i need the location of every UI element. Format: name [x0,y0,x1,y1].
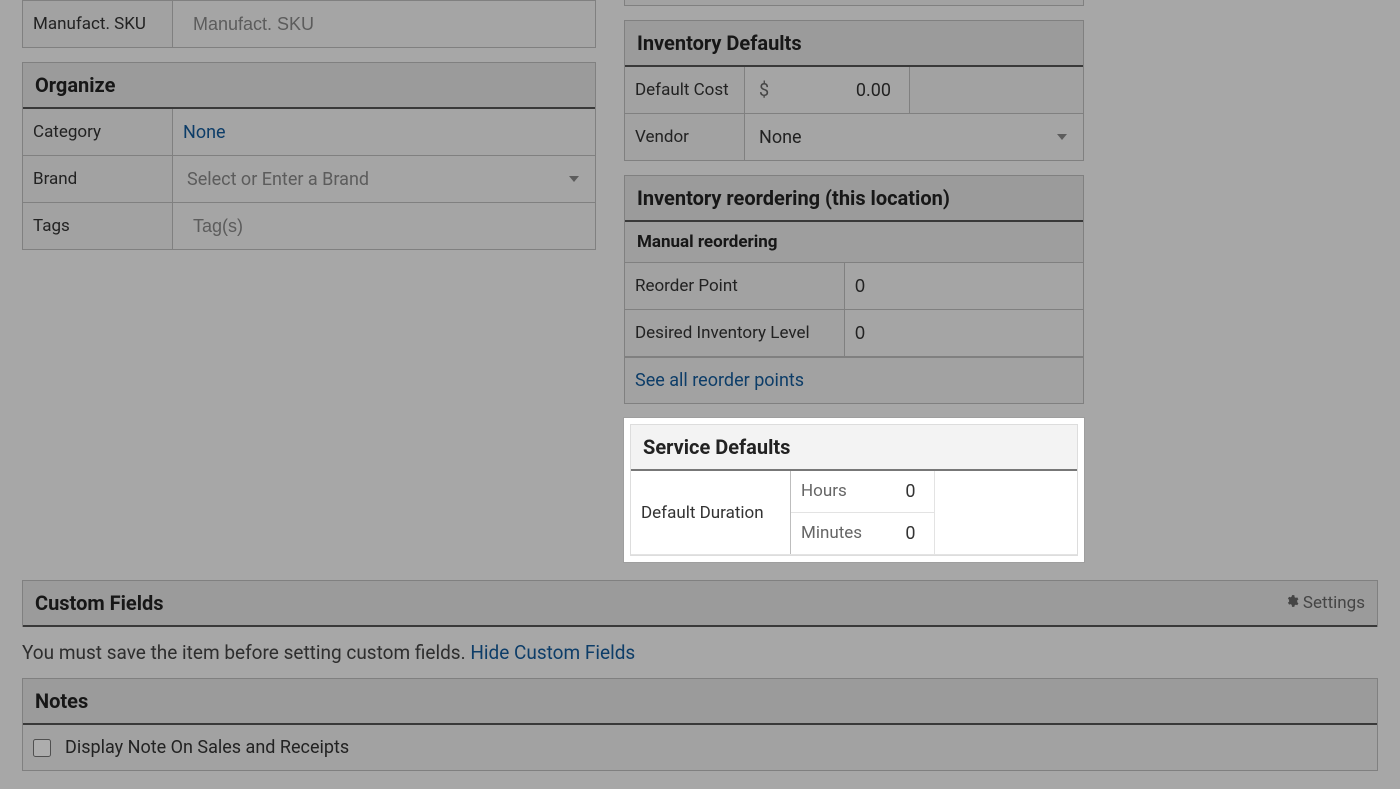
vendor-label: Vendor [625,114,745,160]
inventory-reordering-panel: Inventory reordering (this location) Man… [624,175,1084,404]
reorder-point-label: Reorder Point [625,263,845,309]
manufact-sku-row: Manufact. SKU [22,0,596,48]
reorder-point-input[interactable] [855,266,1073,307]
custom-fields-body-text: You must save the item before setting cu… [22,641,470,664]
default-duration-label: Default Duration [631,471,791,554]
see-all-reorder-points-link[interactable]: See all reorder points [635,370,804,391]
gear-icon [1285,593,1299,613]
custom-fields-header: Custom Fields [35,591,164,615]
panel-stub [624,0,1084,6]
notes-panel: Notes Display Note On Sales and Receipts [22,678,1378,771]
brand-select[interactable]: Select or Enter a Brand [183,159,585,200]
notes-header: Notes [23,679,1377,725]
desired-inventory-level-input[interactable] [855,313,1073,354]
organize-panel: Organize Category None Brand Select or E… [22,62,596,250]
manufact-sku-label: Manufact. SKU [23,1,173,47]
vendor-select[interactable]: None [755,117,1073,158]
brand-select-text: Select or Enter a Brand [183,159,585,200]
inventory-reordering-header: Inventory reordering (this location) [625,176,1083,222]
default-cost-input[interactable]: $ 0.00 [755,80,899,101]
minutes-label: Minutes [801,523,862,544]
hours-input[interactable]: Hours 0 [791,471,934,513]
manufact-sku-input[interactable] [183,4,585,45]
minutes-value: 0 [905,523,915,544]
display-note-label: Display Note On Sales and Receipts [65,737,349,758]
custom-fields-body: You must save the item before setting cu… [22,627,1378,678]
category-value-link[interactable]: None [183,122,226,143]
brand-label: Brand [23,156,173,202]
organize-header: Organize [23,63,595,109]
hours-label: Hours [801,481,847,502]
category-label: Category [23,109,173,155]
tags-input[interactable] [183,206,585,247]
hide-custom-fields-link[interactable]: Hide Custom Fields [470,641,635,664]
custom-fields-panel: Custom Fields Settings [22,580,1378,627]
desired-inventory-level-label: Desired Inventory Level [625,310,845,356]
vendor-select-text: None [755,117,1073,158]
hours-value: 0 [905,481,915,502]
service-defaults-panel: Service Defaults Default Duration Hours … [630,424,1078,556]
currency-symbol: $ [755,80,769,101]
tags-label: Tags [23,203,173,249]
custom-fields-settings-link[interactable]: Settings [1285,593,1365,613]
inventory-defaults-panel: Inventory Defaults Default Cost $ 0.00 V… [624,20,1084,161]
default-cost-label: Default Cost [625,67,745,113]
manual-reordering-subheader: Manual reordering [625,222,1083,263]
chevron-down-icon [569,174,579,184]
settings-label: Settings [1303,593,1365,613]
chevron-down-icon [1057,132,1067,142]
display-note-checkbox[interactable] [33,739,51,757]
service-defaults-header: Service Defaults [631,425,1077,471]
default-cost-value: 0.00 [779,80,899,101]
minutes-input[interactable]: Minutes 0 [791,513,934,554]
service-defaults-highlight: Service Defaults Default Duration Hours … [624,418,1084,562]
inventory-defaults-header: Inventory Defaults [625,21,1083,67]
